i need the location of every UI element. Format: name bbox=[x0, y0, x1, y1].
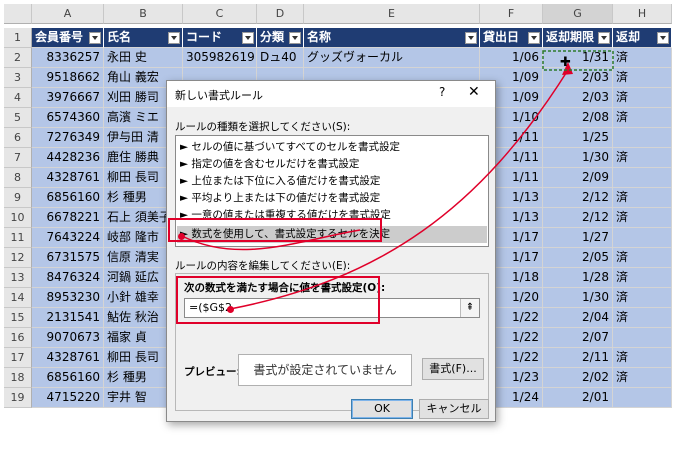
arrow-curve-1 bbox=[181, 229, 361, 251]
arrow-start-dot bbox=[178, 233, 185, 240]
arrow-curve-2 bbox=[229, 69, 569, 310]
cell-cursor-icon: ✚ bbox=[560, 55, 571, 70]
formula-dot bbox=[227, 306, 234, 313]
annotation-arrow: ✚ bbox=[181, 50, 614, 310]
active-cell-g2 bbox=[542, 50, 614, 71]
